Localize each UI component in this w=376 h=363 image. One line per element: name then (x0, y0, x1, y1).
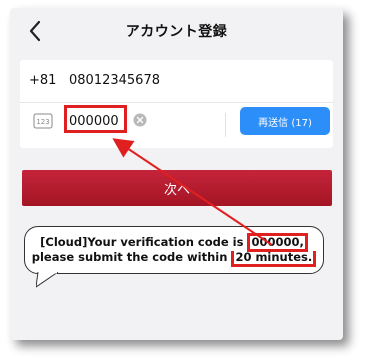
verification-code-row: 123 再送信 (17) (20, 103, 333, 148)
sms-minutes-highlight: 20 minutes. (231, 251, 317, 267)
next-button[interactable]: 次へ (22, 170, 332, 206)
header: アカウント登録 (10, 8, 343, 54)
country-code[interactable]: +81 (29, 73, 56, 88)
sms-line-2: please submit the code within 20 minutes… (25, 250, 323, 267)
keypad-icon-label: 123 (36, 118, 49, 126)
sms-message-bubble: [Cloud]Your verification code is 000000,… (24, 226, 324, 274)
clear-icon[interactable] (133, 113, 147, 127)
keypad-icon: 123 (33, 113, 53, 129)
sms-text-2: please submit the code within (31, 250, 232, 264)
phone-row: +81 08012345678 (20, 60, 333, 103)
resend-button[interactable]: 再送信 (17) (240, 107, 330, 135)
verification-code-input[interactable] (69, 111, 129, 131)
divider (225, 113, 226, 137)
app-screen: アカウント登録 +81 08012345678 123 再送信 (17) 次へ (10, 8, 343, 340)
phone-number-field[interactable]: 08012345678 (69, 73, 160, 88)
sms-text: [Cloud]Your verification code is (40, 235, 248, 249)
bubble-tail (36, 272, 59, 288)
sms-line-1: [Cloud]Your verification code is 000000, (25, 233, 323, 252)
page-title: アカウント登録 (125, 24, 228, 40)
registration-form: +81 08012345678 123 再送信 (17) (20, 60, 333, 148)
